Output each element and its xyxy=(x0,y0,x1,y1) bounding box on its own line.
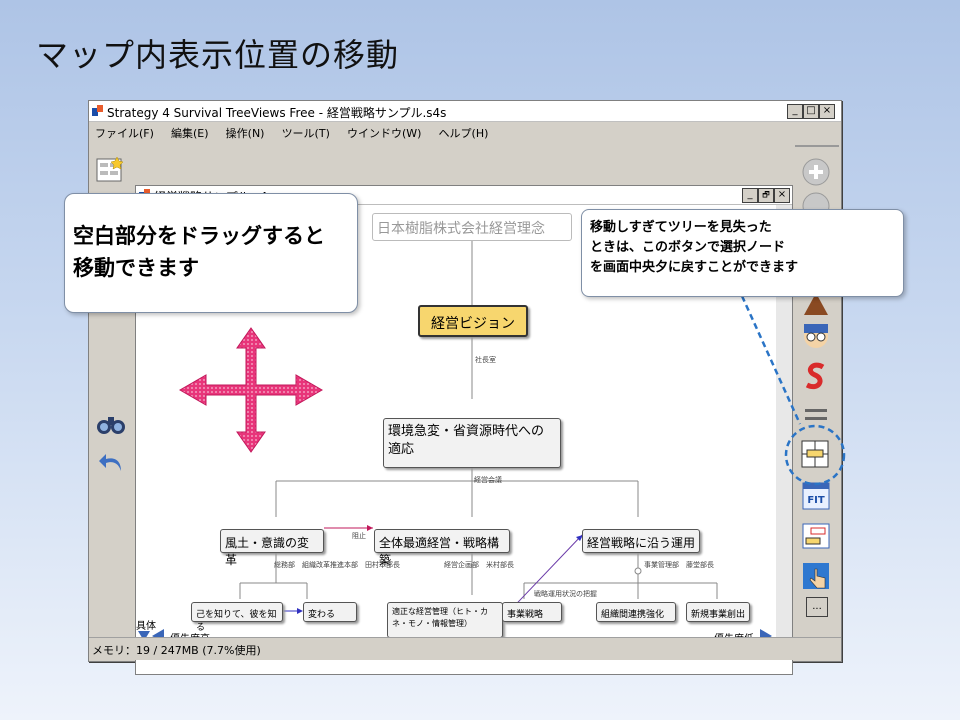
fit-label: FIT xyxy=(807,495,825,506)
recenter-callout-line1: 移動しすぎてツリーを見失った xyxy=(590,220,772,235)
binoculars-icon[interactable] xyxy=(95,411,127,437)
status-bar: メモリ：19 / 247MB (7.7%使用) xyxy=(89,637,841,660)
toolbar-divider xyxy=(795,145,839,147)
recenter-callout-line2: ときは、このボタンで選択ノード xyxy=(590,240,786,255)
app-titlebar: Strategy 4 Survival TreeViews Free - 経営戦… xyxy=(89,101,841,122)
doc-restore-button[interactable]: 🗗 xyxy=(758,188,774,203)
slide-title: マップ内表示位置の移動 xyxy=(36,36,400,74)
grasp-label: 戦略運用状況の把握 xyxy=(534,590,597,598)
new-map-icon[interactable] xyxy=(95,155,125,185)
face-icon[interactable] xyxy=(801,321,831,351)
zoom-in-icon[interactable] xyxy=(801,157,831,187)
node-proper[interactable]: 適正な経営管理（ヒト・カネ・モノ・情報管理） xyxy=(387,602,503,638)
drag-callout-line1: 空白部分をドラッグすると xyxy=(73,224,325,248)
link-label: 阻止 xyxy=(352,532,366,540)
node-vision[interactable]: 経営ビジョン xyxy=(418,305,528,337)
node-change[interactable]: 変わる xyxy=(303,602,357,622)
minimize-button[interactable]: _ xyxy=(787,104,803,119)
window-icon[interactable] xyxy=(801,521,831,551)
node-org[interactable]: 組織間連携強化 xyxy=(596,602,676,622)
node-biz[interactable]: 事業戦略 xyxy=(502,602,562,622)
strategy-owners: 事業管理部 藤堂部長 xyxy=(644,561,714,569)
env-owner: 経営会議 xyxy=(474,476,502,484)
recenter-callout: 移動しすぎてツリーを見失った ときは、このボタンで選択ノード を画面中央夕に戻す… xyxy=(581,209,904,297)
fit-icon[interactable]: FIT xyxy=(801,481,831,511)
touch-icon[interactable] xyxy=(801,561,831,591)
app-icon xyxy=(92,105,103,116)
node-root[interactable]: 日本樹脂株式会社経営理念 xyxy=(372,213,572,241)
node-newbiz[interactable]: 新規事業創出 xyxy=(686,602,750,622)
simple-icon[interactable] xyxy=(801,361,831,391)
node-env[interactable]: 環境急変・省資源時代への適応 xyxy=(383,418,561,468)
recenter-callout-line3: を画面中央夕に戻すことができます xyxy=(590,260,799,275)
doc-minimize-button[interactable]: _ xyxy=(742,188,758,203)
node-strategy[interactable]: 経営戦略に沿う運用 xyxy=(582,529,700,553)
menu-bar: ファイル(F) 編集(E) 操作(N) ツール(T) ウインドウ(W) ヘルプ(… xyxy=(89,122,841,140)
memory-status: メモリ：19 / 247MB (7.7%使用) xyxy=(92,644,261,657)
drag-callout: 空白部分をドラッグすると 移動できます xyxy=(64,193,358,313)
close-button[interactable]: × xyxy=(819,104,835,119)
vision-owner: 社長室 xyxy=(475,356,496,364)
node-total[interactable]: 全体最適経営・戦略構築 xyxy=(374,529,510,567)
app-title: Strategy 4 Survival TreeViews Free - 経営戦… xyxy=(107,106,447,120)
layout-icon[interactable] xyxy=(801,403,831,433)
node-know[interactable]: 己を知りて、彼を知る xyxy=(191,602,283,633)
more-button[interactable]: ... xyxy=(806,597,828,617)
undo-icon[interactable] xyxy=(97,449,127,475)
center-node-icon[interactable] xyxy=(800,439,830,469)
total-owners: 経営企画部 米村部長 xyxy=(444,561,514,569)
maximize-button[interactable]: □ xyxy=(803,104,819,119)
drag-callout-line2: 移動できます xyxy=(73,256,199,280)
move-arrows-icon xyxy=(178,327,324,453)
doc-close-button[interactable]: × xyxy=(774,188,790,203)
node-culture[interactable]: 風土・意識の変革 xyxy=(220,529,324,567)
